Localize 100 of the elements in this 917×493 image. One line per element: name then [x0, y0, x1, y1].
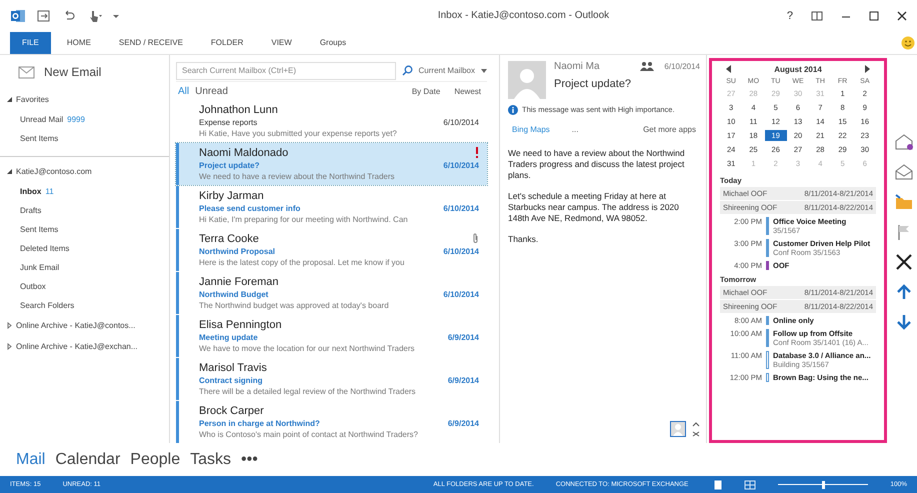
app-tab[interactable]: Bing Maps: [508, 124, 554, 134]
folder-group-label[interactable]: KatieJ@contoso.com: [16, 166, 92, 176]
folder-group-label[interactable]: Online Archive - KatieJ@exchan...: [16, 342, 138, 351]
expand-arrow-icon[interactable]: [6, 96, 13, 103]
folder-item[interactable]: Deleted Items: [0, 238, 169, 258]
folder-item[interactable]: Inbox 11: [0, 182, 169, 201]
filter-tab[interactable]: All: [178, 86, 190, 97]
outlook-logo-icon: [10, 8, 26, 24]
send-receive-icon[interactable]: [36, 8, 52, 24]
sender-name: Kirby Jarman: [199, 188, 265, 203]
delete-icon[interactable]: [894, 252, 914, 271]
expand-arrow-icon[interactable]: [6, 322, 13, 329]
sender-name[interactable]: Naomi Ma: [554, 60, 634, 72]
message-item[interactable]: Brock Carper Person in charge at Northwind? 6/9/2014 Who is Contoso's main point of contact at Northwind Traders?: [176, 400, 487, 443]
message-subject: Project update?: [554, 78, 632, 90]
message-preview: The Northwind budget was approved at today's board: [199, 300, 390, 311]
nav-link[interactable]: People: [130, 450, 180, 469]
nav-link[interactable]: Mail: [16, 450, 46, 469]
message-subject: Northwind Proposal: [199, 246, 276, 257]
ribbon-tab[interactable]: FILE: [10, 32, 51, 54]
sender-name: Brock Carper: [199, 404, 265, 418]
message-preview: Hi Katie, Have you submitted your expense reports yet?: [199, 128, 398, 139]
ribbon-tab[interactable]: VIEW: [259, 32, 304, 54]
caret-icon[interactable]: [481, 68, 487, 74]
sender-name: Johnathon Lunn: [199, 102, 279, 117]
expand-arrow-icon[interactable]: [6, 342, 13, 350]
envelope-icon[interactable]: [894, 162, 914, 181]
folder-group-label[interactable]: Favorites: [16, 94, 49, 104]
sender-name: Elisa Pennington: [199, 318, 283, 332]
message-item[interactable]: Elisa Pennington Meeting update 6/9/2014 We have to move the location for our next Northwind Traders: [176, 314, 487, 357]
search-field[interactable]: Search Current Mailbox (Ctrl+E): [176, 62, 396, 80]
message-body-paragraph: We need to have a review about the Northwind Traders progress and discuss the latest project plans.: [508, 148, 686, 181]
folder-group-label[interactable]: Online Archive - KatieJ@contos...: [16, 320, 136, 330]
close-icon[interactable]: [897, 10, 907, 21]
message-item[interactable]: Johnathon Lunn Expense reports 6/10/2014 Hi Katie, Have you submitted your expense reports yet?: [176, 100, 487, 142]
message-preview: Here is the latest copy of the proposal. Let me know if you: [199, 256, 406, 268]
message-item[interactable]: Marisol Travis Contract signing 6/9/2014 There will be a detailed legal review of the Northwind Traders: [176, 358, 487, 400]
message-subject: Person in charge at Northwind?: [199, 418, 321, 429]
reading-view-icon[interactable]: [744, 480, 756, 490]
message-item[interactable]: Kirby Jarman Please send customer info 6/10/2014 Hi Katie, I'm preparing for our meeting with Northwind. Can: [176, 186, 487, 228]
message-date: 6/10/2014: [443, 204, 479, 213]
sort-button[interactable]: By Date: [408, 86, 444, 96]
message-preview: We have to move the location for our next Northwind Traders: [199, 342, 416, 354]
message-subject: Contract signing: [199, 374, 264, 386]
message-date: 6/10/2014: [443, 160, 479, 170]
nav-link[interactable]: •••: [241, 450, 258, 469]
smiley-icon[interactable]: [901, 36, 915, 50]
app-tab[interactable]: ...: [568, 124, 582, 134]
normal-view-icon[interactable]: [710, 480, 722, 490]
folder-item[interactable]: Drafts: [0, 200, 169, 220]
message-subject: Please send customer info: [199, 202, 302, 214]
month-title: August 2014: [774, 64, 822, 74]
ribbon-tab[interactable]: SEND / RECEIVE: [106, 32, 195, 54]
sender-name: Terra Cooke: [199, 232, 260, 246]
folder-item[interactable]: Unread Mail 9999: [0, 110, 169, 129]
message-preview: We need to have a review about the Northwind Traders: [199, 170, 396, 182]
folder-item[interactable]: Sent Items: [0, 220, 169, 239]
contact-avatar-icon[interactable]: [670, 421, 686, 438]
message-preview: Who is Contoso's main point of contact at Northwind Traders?: [199, 428, 419, 440]
folder-item[interactable]: Sent Items: [0, 128, 169, 148]
sender-name: Marisol Travis: [199, 360, 268, 375]
folder-item[interactable]: Search Folders: [0, 296, 169, 315]
new-email-button[interactable]: New Email: [0, 60, 120, 89]
next-month-icon[interactable]: [864, 65, 870, 74]
message-date: 6/10/2014: [443, 246, 479, 256]
message-item[interactable]: Naomi Maldonado Project update? 6/10/2014 We need to have a review about the Northwind Traders: [176, 142, 487, 185]
message-date: 6/10/2014: [443, 118, 479, 127]
message-body-paragraph: Thanks.: [508, 234, 540, 245]
help-button[interactable]: ?: [786, 10, 793, 22]
display-options-icon[interactable]: [811, 10, 823, 21]
message-subject: Northwind Budget: [199, 288, 270, 300]
message-date: 6/10/2014: [443, 290, 479, 299]
message-subject: Project update?: [199, 160, 260, 171]
nav-link[interactable]: Calendar: [55, 450, 120, 469]
message-subject: Meeting update: [199, 332, 259, 343]
filter-tab[interactable]: Unread: [195, 86, 228, 97]
message-date: 6/9/2014: [448, 332, 479, 342]
message-date: 6/9/2014: [448, 418, 479, 428]
get-more-apps-button[interactable]: Get more apps: [639, 124, 700, 134]
message-item[interactable]: Terra Cooke Northwind Proposal 6/10/2014 Here is the latest copy of the proposal. Let me know if you: [176, 228, 487, 271]
maximize-icon[interactable]: [869, 10, 879, 21]
order-button[interactable]: Newest: [450, 86, 485, 96]
ribbon-tab[interactable]: Groups: [308, 32, 358, 54]
message-item[interactable]: Jannie Foreman Northwind Budget 6/10/2014 The Northwind budget was approved at today's board: [176, 272, 487, 314]
previous-month-icon[interactable]: [726, 65, 732, 74]
nav-link[interactable]: Tasks: [190, 450, 232, 469]
search-scope-dropdown[interactable]: Current Mailbox: [418, 66, 475, 76]
folder-item[interactable]: Outbox: [0, 276, 169, 296]
folder-item[interactable]: Junk Email: [0, 258, 169, 277]
search-icon[interactable]: [402, 65, 413, 76]
ribbon-tab[interactable]: FOLDER: [198, 32, 256, 54]
expand-arrow-icon[interactable]: [6, 168, 13, 175]
message-date: 6/10/2014: [664, 62, 700, 71]
folder-icon[interactable]: [894, 192, 914, 211]
new-meeting-icon[interactable]: [894, 132, 914, 151]
ribbon-tab[interactable]: HOME: [54, 32, 103, 54]
message-preview: Hi Katie, I'm preparing for our meeting with Northwind. Can: [199, 214, 409, 225]
info-icon: [508, 104, 518, 115]
expand-collapse-icon[interactable]: [692, 421, 700, 438]
window-title: Inbox - KatieJ@contoso.com - Outlook: [436, 10, 610, 22]
